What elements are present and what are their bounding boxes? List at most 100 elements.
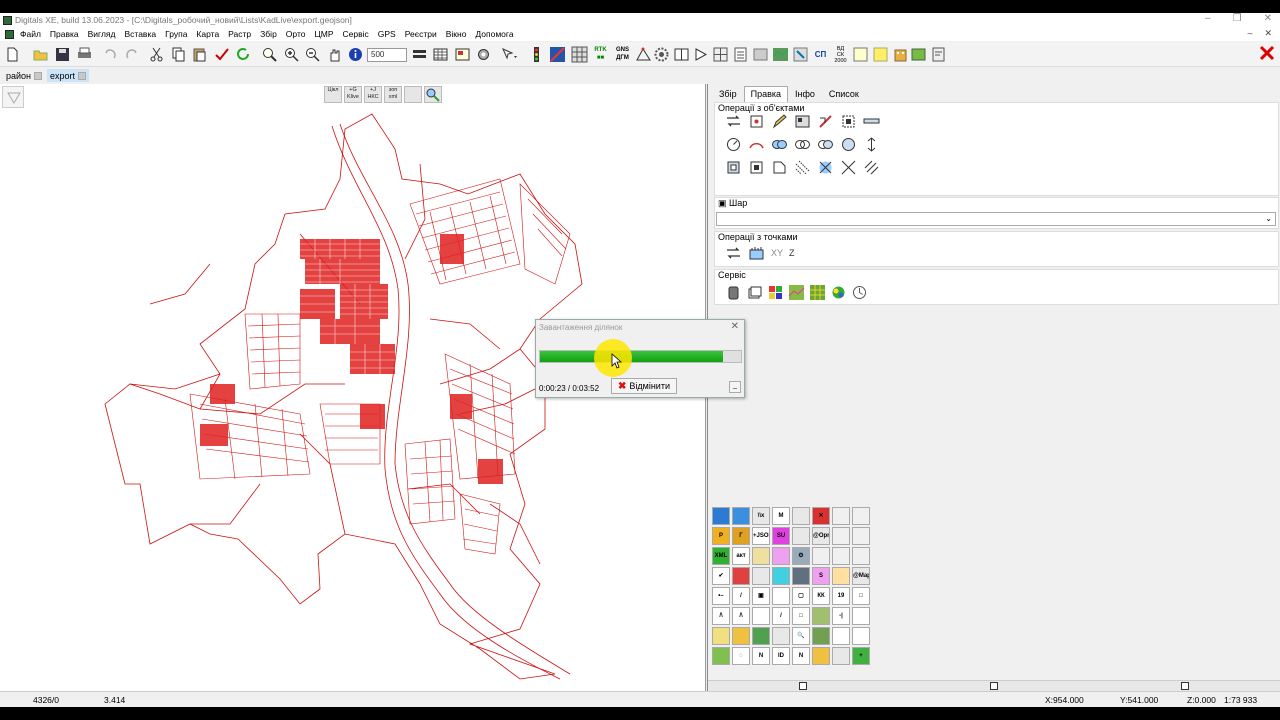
palette-tool-22[interactable] xyxy=(832,547,850,565)
difference-icon[interactable] xyxy=(817,136,834,153)
palette-tool-7[interactable] xyxy=(852,507,870,525)
globe-icon[interactable] xyxy=(830,284,847,301)
palette-tool-6[interactable] xyxy=(832,507,850,525)
palette-tool-52[interactable]: 🔍 xyxy=(792,627,810,645)
rtk-icon[interactable]: RTK ■■ xyxy=(592,46,609,63)
play-icon[interactable] xyxy=(692,46,709,63)
palette-tool-33[interactable]: / xyxy=(732,587,750,605)
palette-tool-56[interactable] xyxy=(712,647,730,665)
palette-tool-57[interactable]: ◌ xyxy=(732,647,750,665)
object-table-icon[interactable] xyxy=(794,113,811,130)
refresh-icon[interactable] xyxy=(235,46,252,63)
dgm-icon[interactable]: GNS ДГМ xyxy=(614,46,631,63)
palette-tool-8[interactable]: P xyxy=(712,527,730,545)
palette-tool-53[interactable] xyxy=(812,627,830,645)
union-icon[interactable] xyxy=(771,136,788,153)
tab-pravka[interactable]: Правка xyxy=(743,86,789,102)
palette-tool-47[interactable] xyxy=(852,607,870,625)
pan-hand-icon[interactable] xyxy=(326,46,343,63)
palette-tool-40[interactable]: /\ xyxy=(712,607,730,625)
scale-input[interactable]: 500 xyxy=(367,48,407,62)
palette-tool-26[interactable] xyxy=(752,567,770,585)
copy-icon[interactable] xyxy=(170,46,187,63)
stack-icon[interactable] xyxy=(746,284,763,301)
report-icon[interactable] xyxy=(732,46,749,63)
scroll-handle-3[interactable] xyxy=(1181,682,1189,690)
tab-close-icon[interactable] xyxy=(78,71,87,80)
tab-spysok[interactable]: Список xyxy=(822,86,866,102)
table-icon[interactable] xyxy=(432,46,449,63)
image-icon[interactable] xyxy=(752,46,769,63)
square-icon[interactable] xyxy=(748,159,765,176)
move-object-icon[interactable] xyxy=(725,113,742,130)
palette-tool-54[interactable] xyxy=(832,627,850,645)
palette-tool-25[interactable] xyxy=(732,567,750,585)
line-tool-icon[interactable] xyxy=(863,113,880,130)
palette-tool-49[interactable] xyxy=(732,627,750,645)
color-grid-icon[interactable] xyxy=(767,284,784,301)
move-point-icon[interactable] xyxy=(725,245,742,262)
restore-window-button[interactable]: ❐ xyxy=(1233,13,1242,24)
edit-vertex-icon[interactable] xyxy=(748,113,765,130)
building-icon[interactable] xyxy=(892,46,909,63)
palette-tool-63[interactable]: + xyxy=(852,647,870,665)
z-button[interactable]: Z xyxy=(789,245,795,262)
tab-zbir[interactable]: Збір xyxy=(712,86,744,102)
menu-item[interactable]: Вигляд xyxy=(88,29,116,39)
palette-tool-18[interactable] xyxy=(752,547,770,565)
measure-icon[interactable] xyxy=(635,46,652,63)
palette-tool-46[interactable]: -| xyxy=(832,607,850,625)
ruler-icon[interactable] xyxy=(863,136,880,153)
cross-icon[interactable] xyxy=(840,159,857,176)
circle-icon[interactable] xyxy=(840,136,857,153)
palette-tool-51[interactable] xyxy=(772,627,790,645)
sp-icon[interactable]: СП xyxy=(812,46,829,63)
polygon-icon[interactable] xyxy=(771,159,788,176)
palette-tool-3[interactable]: M xyxy=(772,507,790,525)
print-icon[interactable] xyxy=(76,46,93,63)
palette-tool-30[interactable] xyxy=(832,567,850,585)
close-window-button[interactable]: ✕ xyxy=(1264,13,1272,24)
menu-item[interactable]: Допомога xyxy=(475,29,513,39)
palette-tool-32[interactable]: •– xyxy=(712,587,730,605)
export-image-icon[interactable] xyxy=(792,46,809,63)
bright-icon[interactable] xyxy=(872,46,889,63)
check-icon[interactable] xyxy=(213,46,230,63)
mdi-minimize-button[interactable]: – xyxy=(1247,28,1252,39)
menu-item[interactable]: Вставка xyxy=(124,29,156,39)
palette-tool-36[interactable]: ▢ xyxy=(792,587,810,605)
barrel-icon[interactable] xyxy=(725,284,742,301)
dialog-minimize-button[interactable]: _ xyxy=(729,381,741,393)
dialog-close-icon[interactable]: ✕ xyxy=(731,321,739,332)
close-document-icon[interactable] xyxy=(1258,44,1276,62)
palette-tool-27[interactable] xyxy=(772,567,790,585)
palette-tool-24[interactable]: ✔ xyxy=(712,567,730,585)
palette-tool-2[interactable]: \\x xyxy=(752,507,770,525)
zoom-in-icon[interactable] xyxy=(283,46,300,63)
menu-item[interactable]: Растр xyxy=(228,29,251,39)
palette-tool-19[interactable] xyxy=(772,547,790,565)
raster-edit-icon[interactable] xyxy=(549,46,566,63)
open-folder-icon[interactable] xyxy=(32,46,49,63)
palette-tool-11[interactable]: SU xyxy=(772,527,790,545)
scroll-handle-2[interactable] xyxy=(990,682,998,690)
menu-item[interactable]: Група xyxy=(165,29,187,39)
buffer-icon[interactable] xyxy=(725,159,742,176)
grid-points-icon[interactable] xyxy=(571,46,588,63)
zoom-window-icon[interactable] xyxy=(261,46,278,63)
palette-tool-20[interactable]: ⚙ xyxy=(792,547,810,565)
map-raster-icon[interactable] xyxy=(772,46,789,63)
palette-tool-50[interactable] xyxy=(752,627,770,645)
sheet-icon[interactable] xyxy=(852,46,869,63)
tab-info[interactable]: Інфо xyxy=(788,86,822,102)
cut-icon[interactable] xyxy=(148,46,165,63)
palette-tool-9[interactable]: Г xyxy=(732,527,750,545)
cross-hatch-icon[interactable] xyxy=(817,159,834,176)
point-list-icon[interactable] xyxy=(748,245,765,262)
hatch-icon[interactable] xyxy=(794,159,811,176)
menu-item[interactable]: Орто xyxy=(286,29,306,39)
palette-tool-62[interactable] xyxy=(832,647,850,665)
palette-tool-21[interactable] xyxy=(812,547,830,565)
palette-tool-29[interactable]: S xyxy=(812,567,830,585)
palette-tool-0[interactable] xyxy=(712,507,730,525)
